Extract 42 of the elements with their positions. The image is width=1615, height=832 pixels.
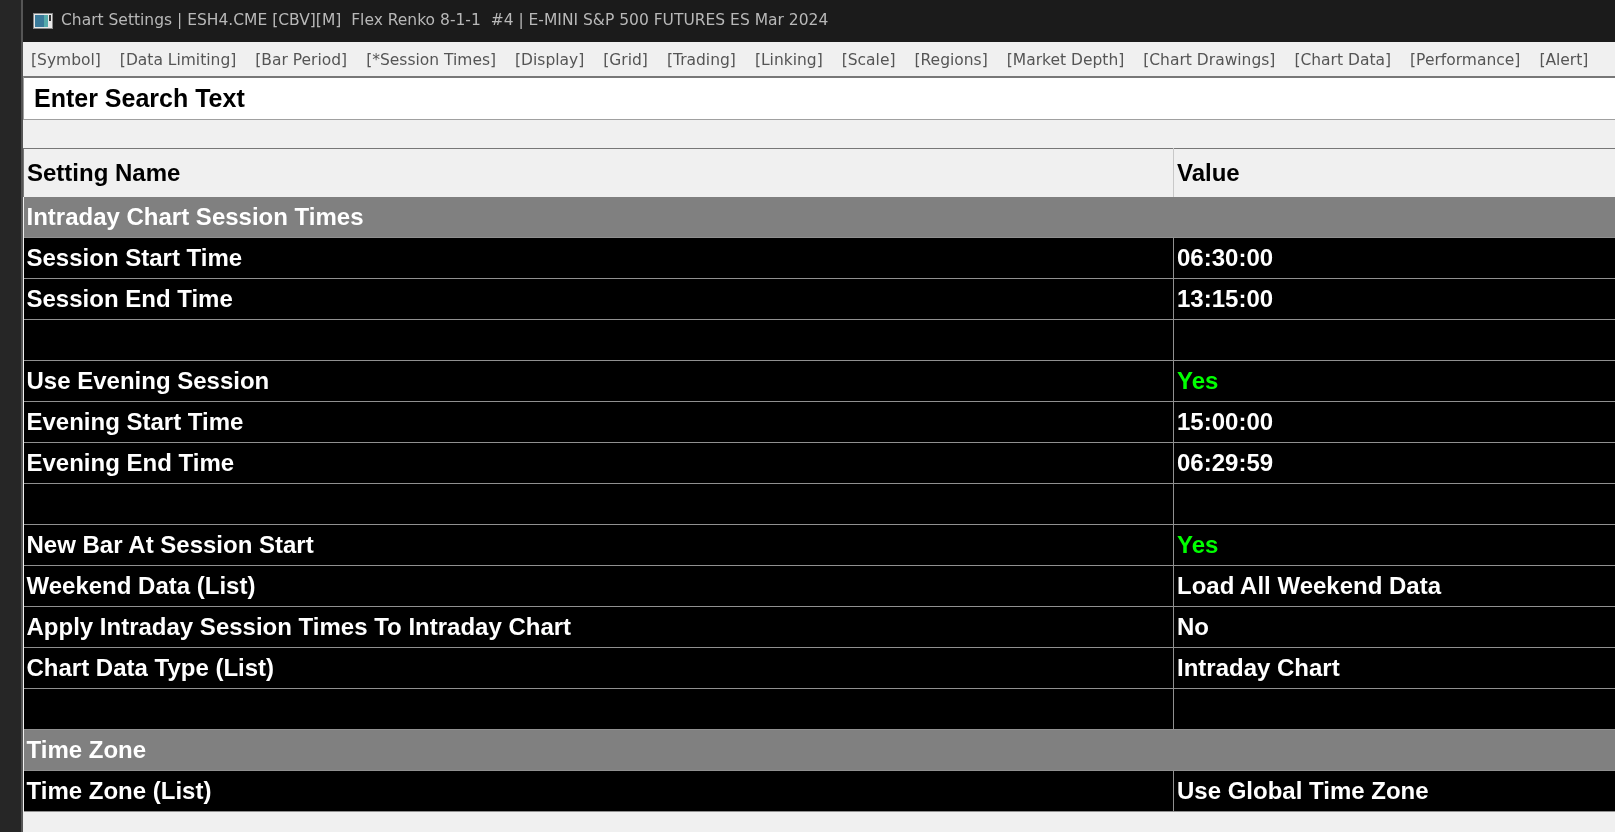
window-title: Chart Settings | ESH4.CME [CBV][M] Flex Renko 8-1-1 #4 | E-MINI S&P 500 FUTURES ES Mar 2024	[61, 10, 829, 32]
setting-value-cell[interactable]: Intraday Chart	[1173, 647, 1615, 689]
settings-tab[interactable]: [Regions]	[914, 49, 988, 73]
settings-tab[interactable]: [Performance]	[1410, 49, 1521, 73]
column-header: Setting Name	[23, 148, 1174, 197]
setting-value-cell[interactable]: Yes	[1173, 360, 1615, 402]
setting-name-cell: Evening Start Time	[23, 401, 1174, 443]
chart-window-icon	[33, 13, 53, 29]
settings-tab[interactable]: [Scale]	[841, 49, 896, 73]
setting-name-cell: Evening End Time	[23, 442, 1174, 484]
setting-value-cell[interactable]: Use Global Time Zone	[1173, 770, 1615, 812]
settings-tab[interactable]: [Trading]	[666, 49, 736, 73]
setting-name-cell: Chart Data Type (List)	[23, 647, 1174, 689]
setting-value-cell[interactable]: No	[1173, 606, 1615, 648]
settings-tab[interactable]: [*Session Times]	[366, 49, 497, 73]
setting-name-cell: Session End Time	[23, 278, 1174, 320]
settings-tab[interactable]: [Alert]	[1539, 49, 1589, 73]
search-field[interactable]: Enter Search Text	[23, 76, 1615, 120]
setting-value-cell[interactable]: Load All Weekend Data	[1173, 565, 1615, 607]
setting-name-cell: Session Start Time	[23, 237, 1174, 279]
setting-name-cell: Apply Intraday Session Times To Intraday Chart	[23, 606, 1174, 648]
settings-tab[interactable]: [Chart Drawings]	[1143, 49, 1276, 73]
setting-name-cell: New Bar At Session Start	[23, 524, 1174, 566]
setting-name-cell: Weekend Data (List)	[23, 565, 1174, 607]
setting-value-cell[interactable]: 15:00:00	[1173, 401, 1615, 443]
group-header: Time Zone	[23, 729, 1615, 771]
setting-name-cell: Time Zone (List)	[23, 770, 1174, 812]
setting-value-cell[interactable]: 06:29:59	[1173, 442, 1615, 484]
settings-tab[interactable]: [Chart Data]	[1294, 49, 1392, 73]
group-header: Intraday Chart Session Times	[23, 196, 1615, 238]
settings-tab[interactable]: [Data Limiting]	[119, 49, 237, 73]
settings-tab[interactable]: [Grid]	[603, 49, 648, 73]
setting-name-cell: Use Evening Session	[23, 360, 1174, 402]
settings-tab[interactable]: [Market Depth]	[1006, 49, 1125, 73]
settings-tab[interactable]: [Linking]	[754, 49, 823, 73]
setting-value-cell[interactable]: 06:30:00	[1173, 237, 1615, 279]
setting-value-cell[interactable]: Yes	[1173, 524, 1615, 566]
settings-tab[interactable]: [Symbol]	[31, 49, 101, 73]
setting-value-cell[interactable]: 13:15:00	[1173, 278, 1615, 320]
settings-tab[interactable]: [Bar Period]	[255, 49, 348, 73]
column-header: Value	[1173, 148, 1615, 197]
settings-tab[interactable]: [Display]	[515, 49, 585, 73]
